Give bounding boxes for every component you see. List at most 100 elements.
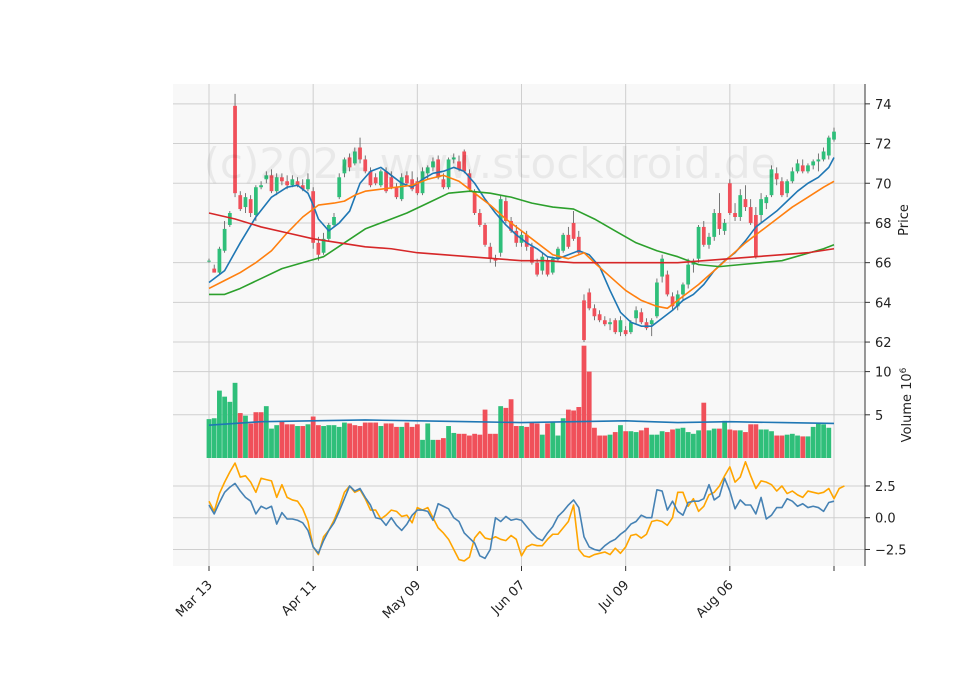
candle-body — [733, 213, 737, 217]
volume-bar — [289, 424, 295, 458]
volume-bar — [826, 427, 832, 458]
candle-body — [790, 171, 795, 182]
volume-bar — [508, 399, 514, 458]
volume-bar — [315, 425, 321, 458]
volume-bar — [493, 433, 498, 458]
candle-body — [748, 207, 753, 223]
candle-body — [535, 262, 539, 275]
y-tick-label: 66 — [875, 257, 892, 272]
volume-bar — [519, 426, 524, 458]
volume-bar — [727, 429, 733, 458]
candle-body — [254, 187, 258, 216]
candle-body — [826, 137, 831, 156]
volume-bar — [763, 429, 769, 458]
volume-bar — [732, 430, 738, 458]
volume-bar — [446, 426, 451, 458]
watermark-text: (c)2024 www.stockdroid.de — [204, 139, 777, 188]
volume-bar — [711, 428, 717, 458]
y-tick-label: −2.5 — [875, 543, 907, 558]
candle-body — [227, 213, 232, 225]
candle-body — [566, 234, 571, 247]
volume-bar — [487, 433, 493, 458]
volume-bar — [597, 435, 603, 458]
volume-bar — [821, 424, 826, 458]
volume-bar — [477, 434, 483, 458]
x-tick-label: May 09 — [380, 578, 424, 622]
volume-bar — [696, 430, 701, 458]
volume-bar — [430, 439, 436, 458]
candle-body — [582, 300, 586, 341]
volume-bar — [680, 427, 686, 458]
candle-body — [649, 320, 654, 325]
volume-bar — [331, 425, 337, 458]
volume-bar — [815, 422, 821, 458]
x-tick-label: Mar 13 — [173, 578, 216, 621]
y-tick-label: 2.5 — [875, 480, 896, 495]
candle-body — [795, 163, 800, 172]
volume-bar — [550, 421, 556, 458]
candle-body — [608, 322, 612, 325]
volume-bar — [565, 409, 571, 458]
candle-body — [592, 308, 597, 317]
volume-bar — [482, 409, 488, 458]
volume-bar — [576, 407, 582, 458]
candle-body — [743, 199, 748, 208]
volume-bar — [310, 416, 316, 458]
volume-bar — [222, 396, 228, 458]
volume-bar — [503, 407, 509, 458]
volume-bar — [409, 426, 415, 458]
volume-bar — [685, 432, 691, 458]
volume-bar — [675, 428, 681, 458]
candle-body — [571, 222, 576, 239]
stock-chart: 62 64 66 68 70 72 74 5 10 −2.5 0.0 2.5 Mar 13 Apr 11 M… — [0, 0, 960, 690]
candle-body — [332, 217, 336, 225]
volume-bar — [456, 433, 462, 458]
candle-body — [717, 213, 722, 229]
y-tick-label: 5 — [875, 409, 883, 424]
candle-body — [629, 322, 633, 333]
volume-axis-title: Volume 106 — [899, 367, 915, 442]
candle-body — [821, 151, 826, 160]
volume-bar — [435, 439, 441, 458]
volume-bar — [586, 371, 592, 458]
candle-body — [243, 197, 248, 208]
candle-body — [832, 131, 836, 140]
y-tick-label: 74 — [875, 98, 892, 113]
candle-body — [759, 199, 763, 216]
volume-bar — [743, 432, 748, 458]
volume-bar — [638, 430, 644, 458]
candle-body — [686, 264, 691, 285]
candle-body — [644, 322, 649, 329]
volume-bar — [451, 432, 457, 458]
volume-bar — [399, 426, 405, 458]
y-tick-label: 0.0 — [875, 512, 896, 527]
volume-bar — [769, 431, 774, 458]
volume-bar — [404, 422, 410, 458]
volume-bar — [789, 433, 795, 458]
candle-body — [212, 268, 217, 273]
volume-bar — [279, 420, 285, 458]
volume-bar — [300, 426, 306, 458]
volume-bar — [628, 431, 634, 458]
candle-body — [696, 226, 701, 259]
y-tick-label: 72 — [875, 138, 892, 153]
volume-bar — [607, 434, 613, 458]
candle-body — [394, 187, 399, 198]
candle-body — [217, 248, 222, 273]
candle-body — [811, 161, 816, 166]
volume-bar — [539, 434, 545, 458]
volume-bar — [758, 429, 764, 458]
x-tick-label: Jul 09 — [595, 578, 632, 615]
volume-bar — [644, 427, 649, 458]
volume-bar — [810, 426, 816, 458]
volume-bar — [592, 427, 597, 458]
volume-bar — [690, 433, 696, 458]
candle-body — [639, 312, 644, 323]
y-tick-label: 10 — [875, 366, 892, 381]
volume-bar — [269, 428, 274, 458]
candle-body — [660, 258, 664, 277]
candle-body — [618, 320, 623, 333]
volume-bar — [352, 425, 358, 458]
volume-bar — [560, 418, 566, 458]
volume-bar — [571, 410, 576, 458]
